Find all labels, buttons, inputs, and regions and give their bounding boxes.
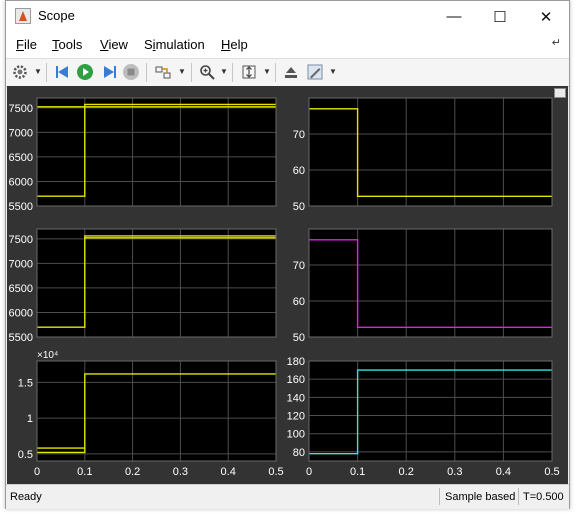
y-tick-label: 5500 xyxy=(9,332,33,344)
toolbar-separator xyxy=(232,63,233,82)
y-tick-label: 7500 xyxy=(9,103,33,115)
x-tick-label: 0.5 xyxy=(268,466,283,478)
status-ready: Ready xyxy=(10,491,42,503)
undock-axes-icon[interactable] xyxy=(554,88,566,98)
axes-background-r1c2 xyxy=(309,98,552,206)
y-tick-label: 100 xyxy=(287,429,305,441)
x-tick-label: 0.5 xyxy=(544,466,559,478)
y-tick-label: 120 xyxy=(287,411,305,423)
run-icon[interactable] xyxy=(76,63,94,81)
autoscale-icon[interactable] xyxy=(240,63,258,81)
y-tick-label: 6500 xyxy=(9,152,33,164)
x-tick-label: 0.2 xyxy=(125,466,140,478)
matlab-scope-icon xyxy=(15,8,31,24)
y-tick-label: 7500 xyxy=(9,234,33,246)
maximize-button[interactable]: ☐ xyxy=(477,1,523,32)
status-time: T=0.500 xyxy=(523,491,564,503)
highlight-block-icon[interactable] xyxy=(154,63,172,81)
restore-layout-icon[interactable] xyxy=(282,63,300,81)
status-separator xyxy=(439,488,440,505)
close-button[interactable]: ✕ xyxy=(523,1,569,32)
axes-background-r2c2 xyxy=(309,229,552,337)
scope-axes-svg: 5500600065007000750050607055006000650070… xyxy=(9,97,560,478)
window-title: Scope xyxy=(38,8,75,23)
x-tick-label: 0 xyxy=(306,466,312,478)
axes-background-r1c1 xyxy=(37,98,276,206)
settings-dropdown-arrow-icon[interactable]: ▼ xyxy=(34,67,42,76)
y-tick-label: 50 xyxy=(293,201,305,213)
step-back-icon[interactable] xyxy=(54,63,72,81)
y-tick-label: 1 xyxy=(27,413,33,425)
y-tick-label: 6500 xyxy=(9,283,33,295)
y-tick-label: 160 xyxy=(287,374,305,386)
y-tick-label: 5500 xyxy=(9,201,33,213)
y-tick-label: 0.5 xyxy=(18,449,33,461)
x-tick-label: 0.4 xyxy=(496,466,511,478)
menu-overflow-arrow-icon[interactable]: ↵ xyxy=(552,36,561,49)
style-dropdown-arrow-icon[interactable]: ▼ xyxy=(329,67,337,76)
autoscale-dropdown-arrow-icon[interactable]: ▼ xyxy=(263,67,271,76)
menu-file[interactable]: File xyxy=(16,37,37,52)
x-tick-label: 0.1 xyxy=(77,466,92,478)
status-bar: Ready Sample based T=0.500 xyxy=(6,484,569,509)
y-tick-label: 60 xyxy=(293,165,305,177)
toolbar: ▼ ▼ ▼ ▼ ▼ xyxy=(6,58,569,87)
menu-simulation[interactable]: Simulation xyxy=(144,37,205,52)
menu-view[interactable]: View xyxy=(100,37,128,52)
axes-background-r3c1 xyxy=(37,361,276,461)
title-bar[interactable]: Scope — ☐ ✕ xyxy=(6,1,569,32)
x-tick-label: 0.2 xyxy=(399,466,414,478)
y-tick-label: 50 xyxy=(293,332,305,344)
x-tick-label: 0.1 xyxy=(350,466,365,478)
menu-tools[interactable]: Tools xyxy=(52,37,82,52)
status-separator xyxy=(518,488,519,505)
status-sample-based: Sample based xyxy=(445,491,516,503)
step-forward-icon[interactable] xyxy=(100,63,118,81)
toolbar-separator xyxy=(46,63,47,82)
x-tick-label: 0.3 xyxy=(447,466,462,478)
highlight-dropdown-arrow-icon[interactable]: ▼ xyxy=(178,67,186,76)
y-tick-label: 180 xyxy=(287,356,305,368)
axes-background-r3c2 xyxy=(309,361,552,461)
x-tick-label: 0.4 xyxy=(221,466,236,478)
y-tick-label: 70 xyxy=(293,260,305,272)
zoom-dropdown-arrow-icon[interactable]: ▼ xyxy=(220,67,228,76)
axes-background-r2c1 xyxy=(37,229,276,337)
scope-plot-area: 5500 6000 6500 7000 7500 50 60 70 5500 6000 6500 70… xyxy=(7,86,568,484)
x-tick-label: 0.3 xyxy=(173,466,188,478)
style-icon[interactable] xyxy=(306,63,324,81)
y-tick-label: 140 xyxy=(287,392,305,404)
y-tick-label: 70 xyxy=(293,129,305,141)
toolbar-separator xyxy=(146,63,147,82)
scope-window: Scope — ☐ ✕ File Tools View Simulation H… xyxy=(5,0,570,509)
stop-icon[interactable] xyxy=(122,63,140,81)
y-tick-label: 60 xyxy=(293,296,305,308)
y-exponent-label: ×10⁴ xyxy=(37,350,58,361)
toolbar-separator xyxy=(275,63,276,82)
toolbar-separator xyxy=(191,63,192,82)
menu-bar: File Tools View Simulation Help ↵ xyxy=(6,32,569,58)
y-tick-label: 6000 xyxy=(9,307,33,319)
y-tick-label: 7000 xyxy=(9,258,33,270)
x-tick-label: 0 xyxy=(34,466,40,478)
minimize-button[interactable]: — xyxy=(431,1,477,32)
y-tick-label: 1.5 xyxy=(18,377,33,389)
y-tick-label: 80 xyxy=(293,447,305,459)
menu-help[interactable]: Help xyxy=(221,37,248,52)
settings-gear-icon[interactable] xyxy=(11,63,29,81)
zoom-in-icon[interactable] xyxy=(198,63,216,81)
y-tick-label: 6000 xyxy=(9,176,33,188)
y-tick-label: 7000 xyxy=(9,127,33,139)
